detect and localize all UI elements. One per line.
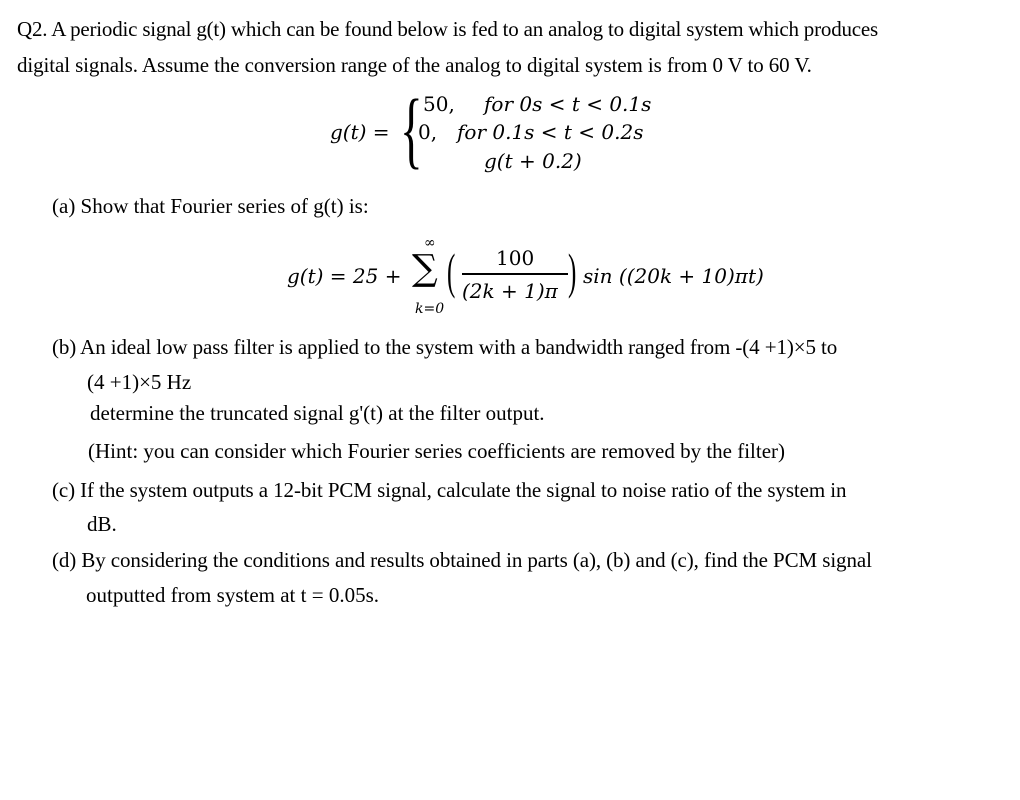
part-a-text: (a) Show that Fourier series of g(t) is: xyxy=(52,194,369,218)
part-c-line-1: (c) If the system outputs a 12-bit PCM s… xyxy=(52,478,847,502)
part-b-line-3: determine the truncated signal g'(t) at … xyxy=(90,401,545,425)
question-intro-line-2: digital signals. Assume the conversion r… xyxy=(17,53,812,77)
fraction-bar xyxy=(462,273,568,275)
part-b-line-1: (b) An ideal low pass filter is applied … xyxy=(52,335,838,359)
formula-trailing: sin ((20k + 10)πt) xyxy=(583,264,764,288)
fraction-denominator: (2k + 1)π xyxy=(462,279,558,303)
part-d-line-2: outputted from system at t = 0.05s. xyxy=(86,583,379,607)
case-1-value: 50, xyxy=(423,92,455,116)
fraction-numerator: 100 xyxy=(496,246,535,270)
part-b-hint: (Hint: you can consider which Fourier se… xyxy=(88,439,786,463)
part-b-line-2: (4 +1)×5 Hz xyxy=(87,370,192,394)
sum-lower-limit: k=0 xyxy=(415,301,445,317)
formula-lhs: g(t) = 25 + xyxy=(287,264,402,288)
case-3-condition: g(t + 0.2) xyxy=(484,149,582,173)
left-paren: ( xyxy=(447,243,456,299)
question-intro-line-1: Q2. A periodic signal g(t) which can be … xyxy=(17,17,879,41)
case-1-condition: for 0s < t < 0.1s xyxy=(484,92,652,116)
right-paren: ) xyxy=(568,243,577,299)
case-2-value: 0, xyxy=(418,120,438,144)
part-d-line-1: (d) By considering the conditions and re… xyxy=(52,548,872,572)
summation-symbol: ∑ xyxy=(412,248,438,289)
part-c-line-2: dB. xyxy=(87,512,117,536)
definition-lhs: g(t) = xyxy=(330,120,390,144)
case-2-condition: for 0.1s < t < 0.2s xyxy=(457,120,644,144)
